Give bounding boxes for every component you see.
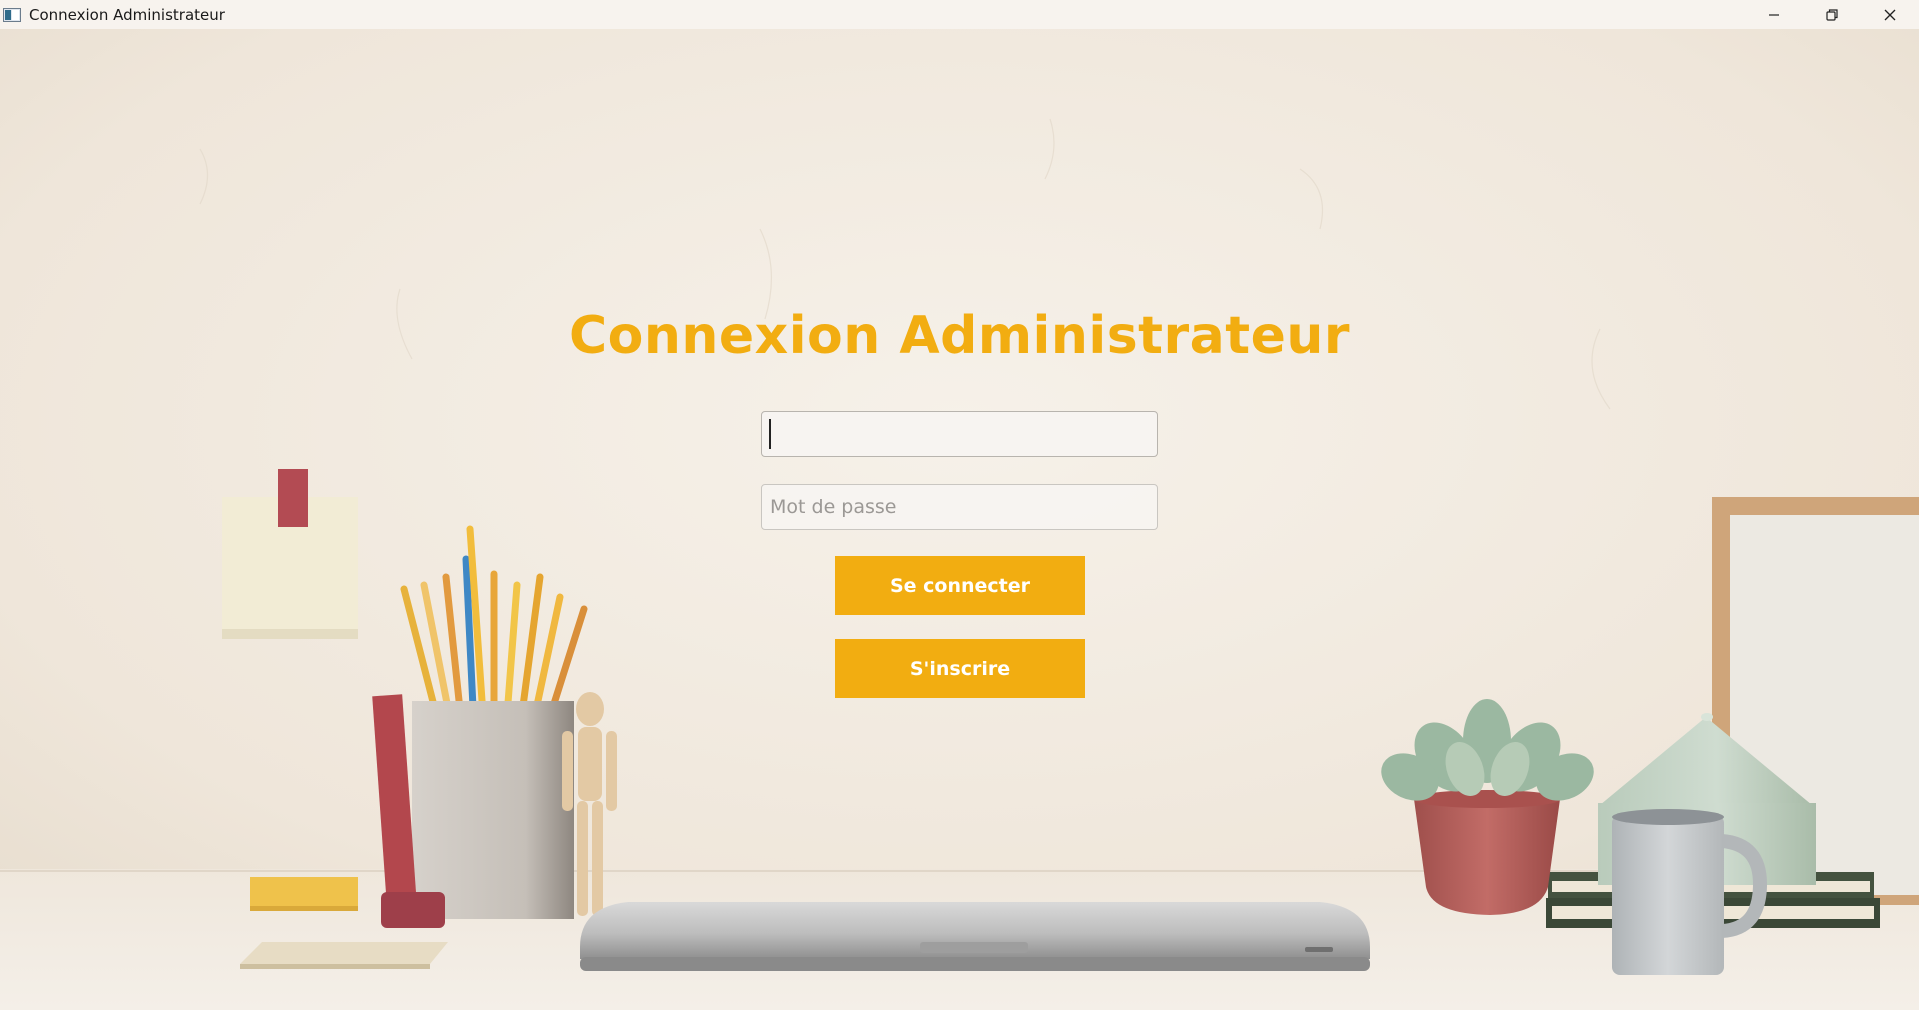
restore-button[interactable] bbox=[1803, 0, 1861, 29]
title-bar: Connexion Administrateur bbox=[0, 0, 1919, 29]
password-input[interactable] bbox=[761, 484, 1158, 530]
username-input[interactable] bbox=[761, 411, 1158, 457]
minimize-icon bbox=[1769, 13, 1779, 16]
minimize-button[interactable] bbox=[1745, 0, 1803, 29]
text-caret bbox=[769, 419, 771, 449]
window-title: Connexion Administrateur bbox=[29, 5, 225, 24]
close-icon bbox=[1884, 9, 1896, 20]
app-window: Connexion Administrateur Connexion Admin… bbox=[0, 0, 1919, 1010]
window-controls bbox=[1745, 0, 1919, 29]
app-icon bbox=[3, 7, 21, 23]
restore-icon bbox=[1826, 8, 1838, 21]
login-button[interactable]: Se connecter bbox=[835, 556, 1085, 615]
close-button[interactable] bbox=[1861, 0, 1919, 29]
login-heading: Connexion Administrateur bbox=[568, 306, 1351, 366]
laptop-illustration bbox=[580, 902, 1370, 971]
signup-button[interactable]: S'inscrire bbox=[835, 639, 1085, 698]
